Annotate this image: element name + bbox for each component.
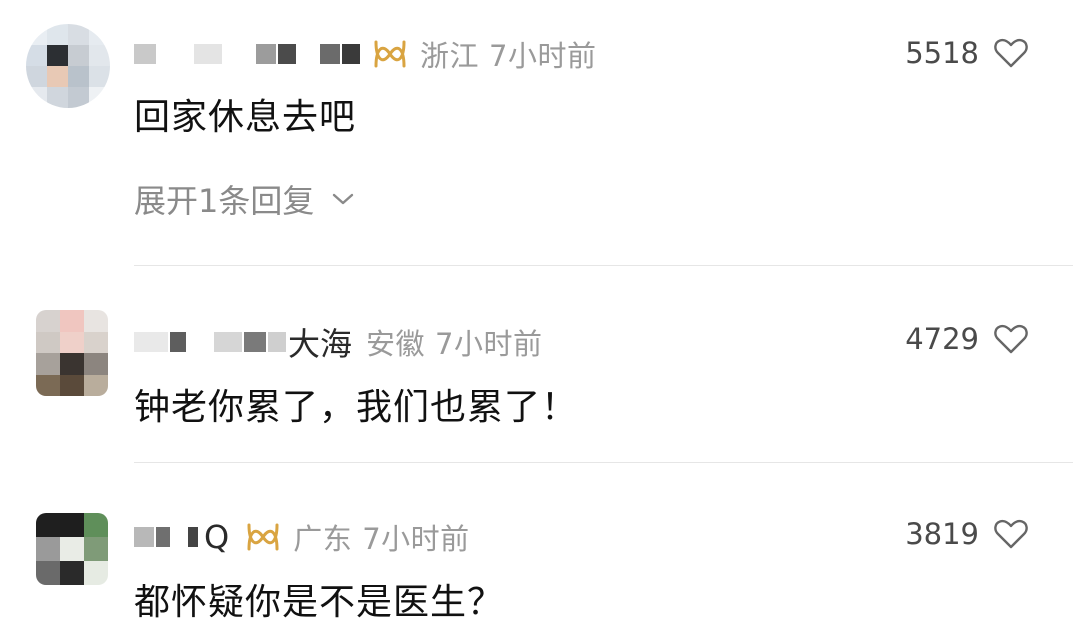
avatar[interactable] — [26, 24, 110, 108]
like-button[interactable]: 3819 — [905, 517, 1029, 551]
heart-outline-icon — [994, 324, 1028, 354]
expand-replies-button[interactable]: 展开1条回复 — [134, 176, 354, 222]
comment-item: 浙江 7小时前 5518 回家休息去吧 展开1条回复 — [0, 0, 1073, 266]
comment-header: 大海 安徽 7小时前 — [134, 318, 542, 366]
comment-meta: 浙江 7小时前 — [420, 33, 596, 75]
infinity-badge-icon — [247, 523, 279, 551]
comment-header: 浙江 7小时前 — [134, 30, 596, 78]
comment-text: 回家休息去吧 — [134, 97, 357, 138]
comment-header: Q 广东 7小时前 — [134, 513, 470, 561]
heart-outline-icon — [994, 38, 1028, 68]
like-count: 3819 — [905, 517, 979, 551]
timestamp: 7小时前 — [362, 522, 470, 556]
like-button[interactable]: 5518 — [905, 36, 1029, 70]
username-visible[interactable]: 大海 — [288, 319, 352, 365]
comment-text: 钟老你累了，我们也累了！ — [134, 387, 579, 428]
infinity-badge-icon — [374, 40, 406, 68]
timestamp: 7小时前 — [435, 327, 543, 361]
comment-text: 都怀疑你是不是医生？ — [134, 582, 505, 623]
like-count: 5518 — [905, 36, 979, 70]
username-blurred[interactable] — [134, 44, 360, 64]
like-count: 4729 — [905, 322, 979, 356]
comment-meta: 安徽 7小时前 — [366, 321, 542, 363]
comment-item: 大海 安徽 7小时前 4729 钟老你累了，我们也累了！ — [0, 266, 1073, 463]
location-label: 浙江 — [420, 39, 480, 73]
avatar[interactable] — [36, 310, 108, 396]
avatar[interactable] — [36, 513, 108, 585]
location-label: 安徽 — [366, 327, 426, 361]
username-blurred[interactable] — [134, 332, 286, 352]
comment-item: Q 广东 7小时前 3819 都怀疑你是不是医生？ — [0, 463, 1073, 637]
comment-meta: 广东 7小时前 — [293, 516, 469, 558]
timestamp: 7小时前 — [489, 39, 597, 73]
username-blurred[interactable] — [134, 527, 198, 547]
like-button[interactable]: 4729 — [905, 322, 1029, 356]
location-label: 广东 — [293, 522, 353, 556]
chevron-down-icon — [333, 193, 354, 205]
username-visible[interactable]: Q — [204, 518, 229, 556]
heart-outline-icon — [994, 519, 1028, 549]
expand-replies-label: 展开1条回复 — [134, 182, 315, 220]
